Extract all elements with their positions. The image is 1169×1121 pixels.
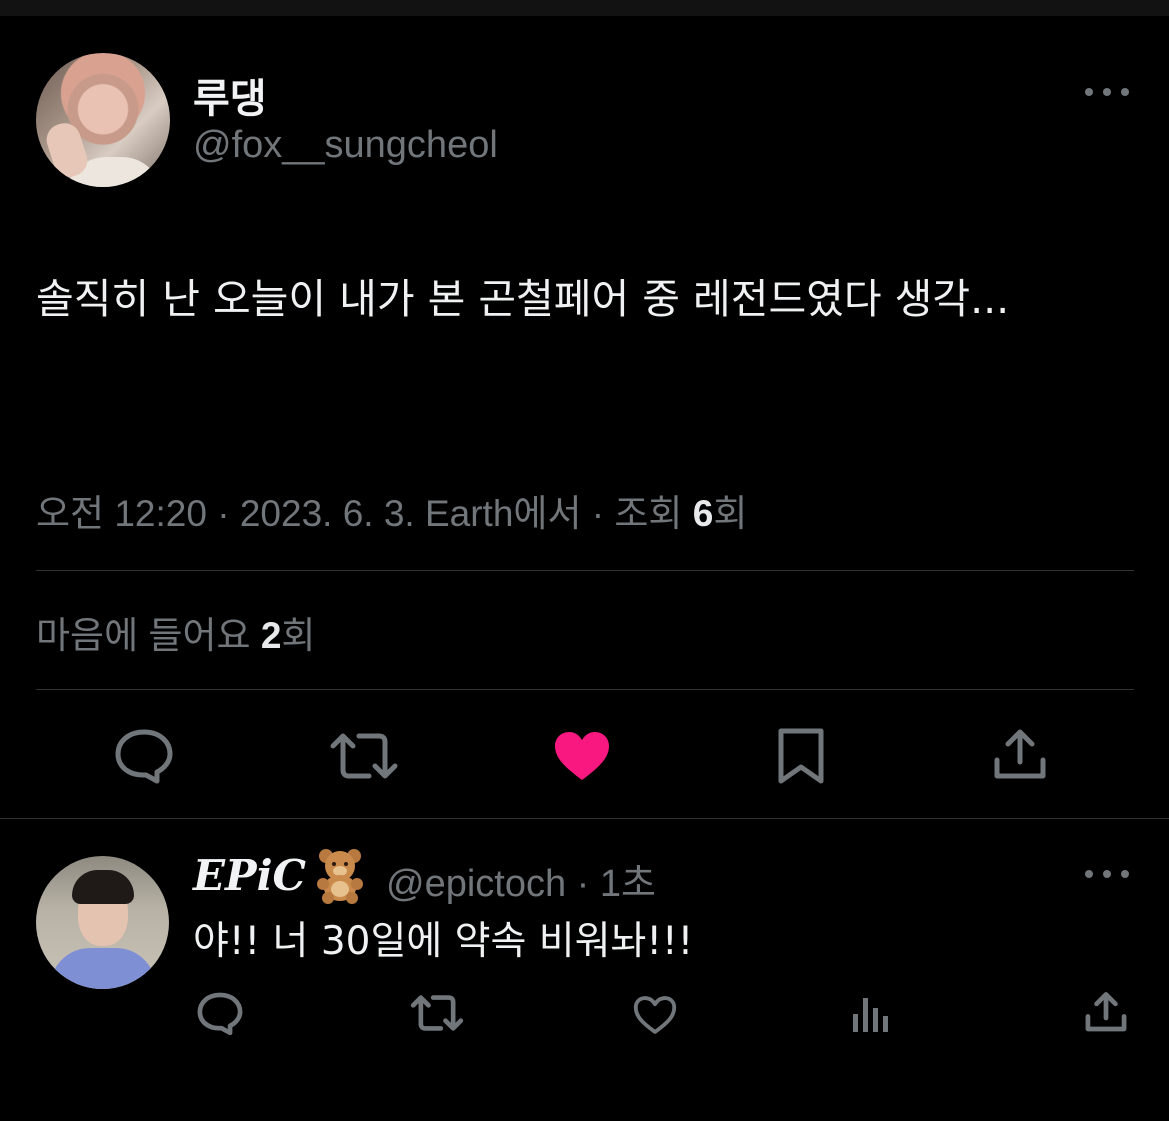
- author-avatar[interactable]: [36, 53, 170, 187]
- more-options-icon[interactable]: [1085, 85, 1129, 99]
- reply-more-options-icon[interactable]: [1085, 867, 1129, 881]
- tweet-timestamp-location: 오전 12:20 · 2023. 6. 3. Earth에서 · 조회: [36, 493, 693, 534]
- view-count: 6: [692, 493, 714, 534]
- avatar-shirt: [50, 948, 156, 989]
- share-icon[interactable]: [992, 728, 1048, 782]
- reply-handle-time[interactable]: @epictoch · 1초: [386, 852, 656, 907]
- reply-views-icon[interactable]: [851, 994, 891, 1034]
- reply-like-icon[interactable]: [632, 995, 678, 1035]
- tweet-text: 솔직히 난 오늘이 내가 본 곤철페어 중 레전드였다 생각...: [36, 275, 1010, 323]
- author-display-name[interactable]: 루댕: [193, 66, 267, 124]
- reply-display-name[interactable]: EPiC: [193, 851, 306, 900]
- like-filled-icon[interactable]: [553, 730, 611, 782]
- reply-retweet-icon[interactable]: [410, 993, 464, 1033]
- view-count-suffix: 회: [713, 493, 748, 534]
- reply-share-icon[interactable]: [1084, 991, 1128, 1034]
- teddy-bear-emoji-icon: [317, 849, 363, 904]
- likes-count: 2: [260, 615, 282, 656]
- top-strip: [0, 0, 1169, 16]
- tweet-meta: 오전 12:20 · 2023. 6. 3. Earth에서 · 조회 6회: [36, 483, 747, 537]
- likes-suffix: 회: [281, 615, 316, 656]
- divider: [36, 570, 1134, 571]
- author-handle[interactable]: @fox__sungcheol: [193, 124, 498, 167]
- section-divider: [0, 818, 1169, 819]
- reply-text: 야!! 너 30일에 약속 비워놔!!!: [193, 919, 694, 964]
- likes-label: 마음에 들어요: [36, 615, 261, 656]
- bookmark-icon[interactable]: [776, 727, 826, 785]
- avatar-hair: [72, 870, 134, 904]
- retweet-icon[interactable]: [329, 730, 399, 782]
- reply-author-avatar[interactable]: [36, 856, 169, 989]
- likes-summary[interactable]: 마음에 들어요 2회: [36, 605, 315, 659]
- reply-reply-icon[interactable]: [196, 991, 244, 1036]
- reply-icon[interactable]: [113, 727, 175, 785]
- divider: [36, 689, 1134, 690]
